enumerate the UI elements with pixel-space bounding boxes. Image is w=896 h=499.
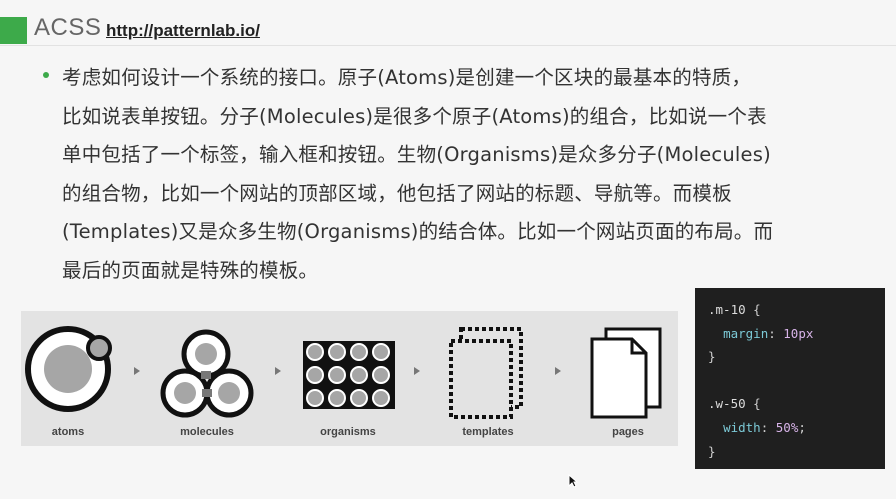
stage-label-organisms: organisms xyxy=(320,426,376,438)
code-line: } xyxy=(708,349,716,365)
code-line: margin: 10px xyxy=(723,325,814,341)
code-line: width: 50%; xyxy=(723,419,806,435)
code-block: .m-10 { margin: 10px } .w-50 { width: 50… xyxy=(695,288,885,469)
arrow-icon xyxy=(414,367,420,375)
patternlab-link[interactable]: http://patternlab.io/ xyxy=(106,21,260,41)
mouse-cursor-icon xyxy=(568,474,578,488)
stage-label-atoms: atoms xyxy=(51,426,85,438)
title-divider xyxy=(0,45,896,46)
bullet-paragraph: 考虑如何设计一个系统的接口。原子(Atoms)是创建一个区块的最基本的特质， 比… xyxy=(62,66,774,282)
slide-title: ACSS xyxy=(34,14,102,41)
atom-icon xyxy=(25,326,112,412)
code-line: .m-10 { xyxy=(708,302,761,317)
stage-label-molecules: molecules xyxy=(180,426,234,438)
organism-icon xyxy=(303,341,395,409)
arrow-icon xyxy=(134,367,140,375)
stage-label-templates: templates xyxy=(462,426,514,438)
pages-icon xyxy=(590,327,662,419)
title-accent-bar xyxy=(0,17,27,44)
code-line: .w-50 { xyxy=(708,396,761,412)
arrow-icon xyxy=(555,367,561,375)
slide: ACSS http://patternlab.io/ 考虑如何设计一个系统的接口… xyxy=(0,0,896,499)
arrow-icon xyxy=(275,367,281,375)
code-line: } xyxy=(708,443,716,459)
molecule-icon xyxy=(160,329,254,418)
stage-label-pages: pages xyxy=(612,426,644,438)
template-icon xyxy=(449,327,523,419)
bullet-icon xyxy=(43,72,49,78)
atomic-design-diagram: atoms molecules organisms templates page… xyxy=(21,311,678,446)
